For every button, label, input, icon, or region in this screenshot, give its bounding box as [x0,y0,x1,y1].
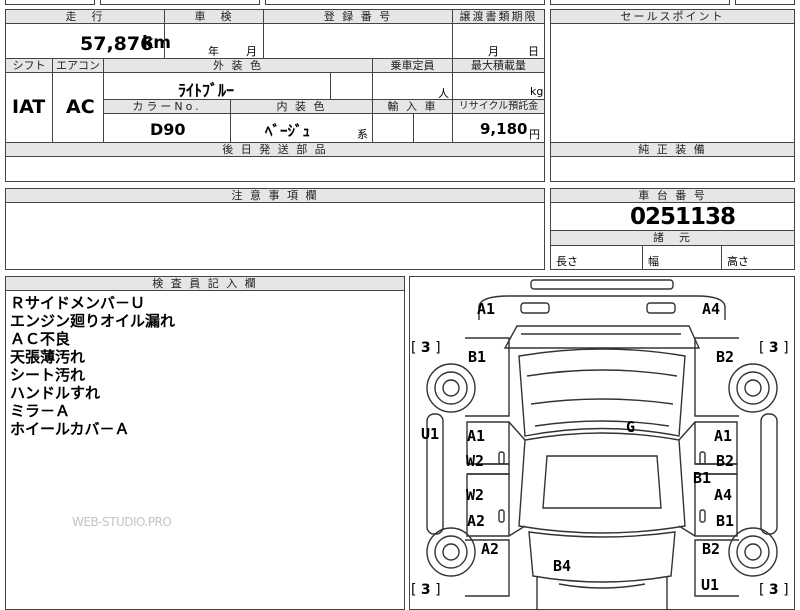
note-line: Ｒサイドメンバ－Ｕ [10,294,146,312]
sales-point-header: セールスポイント [550,9,795,24]
width-label: 幅 [648,255,659,268]
shift-header: シフト [5,58,53,73]
genuine-equipment-header: 純 正 装 備 [550,142,795,157]
damage-label: A4 [714,486,733,504]
damage-label: A1 [467,427,486,445]
damage-label: B1 [693,469,712,487]
damage-label: A4 [702,300,721,318]
specs-header: 諸 元 [550,230,795,246]
inspection-header: 車 検 [164,9,264,24]
wheel-count-tr: [ 3 ] [759,340,789,356]
damage-label: B2 [716,452,735,470]
recycle-unit: 円 [529,128,540,141]
exterior-color-header: 外 装 色 [103,58,373,73]
wheel-count-tl: [ 3 ] [411,340,441,356]
note-line: シート汚れ [10,366,86,384]
note-line: エンジン廻りオイル漏れ [10,312,176,330]
color-no-header: カラーNo. [103,99,231,114]
damage-label: G [626,418,636,436]
note-line: 天張薄汚れ [10,348,86,366]
note-line: ミラ－Ａ [10,402,71,420]
recycle-value: 9,180 [480,120,528,138]
capacity-header: 乗車定員 [372,58,453,73]
caution-area [5,202,545,270]
damage-label: A1 [477,300,496,318]
registration-cell [263,23,453,59]
note-line: ＡＣ不良 [10,330,71,348]
inspector-notes-area: Ｒサイドメンバ－Ｕ エンジン廻りオイル漏れ ＡＣ不良 天張薄汚れ シート汚れ ハ… [5,290,405,610]
genuine-equipment-area [550,156,795,182]
aircon-header: エアコン [52,58,104,73]
damage-label: W2 [466,486,485,504]
damage-label: B1 [468,348,487,366]
inspection-year-label: 年 [208,45,219,58]
recycle-header: リサイクル預託金 [452,99,545,114]
damage-label: U1 [701,576,720,594]
color-no-value: D90 [150,120,186,139]
inspection-month-label: 月 [246,45,257,58]
top-strip-right2 [735,0,795,5]
chassis-no-value: 0251138 [630,204,736,230]
length-label: 長さ [556,255,578,268]
damage-label: B2 [716,348,735,366]
registration-header: 登 録 番 号 [263,9,453,24]
mileage-header: 走 行 [5,9,165,24]
aircon-value: AC [66,96,95,118]
caution-header: 注 意 事 項 欄 [5,188,545,203]
deadline-month-label: 月 [488,45,499,58]
interior-color-header: 内 装 色 [230,99,373,114]
import-header: 輸 入 車 [372,99,453,114]
sales-point-area [550,23,795,143]
damage-label: A1 [714,427,733,445]
top-strip-left [5,0,95,5]
damage-label: W2 [466,452,485,470]
wheel-count-br: [ 3 ] [759,582,789,598]
damage-label: A2 [481,540,500,558]
interior-color-value: ﾍﾞｰｼﾞｭ [265,122,311,140]
damage-label: B2 [702,540,721,558]
damage-label: B1 [716,512,735,530]
later-parts-header: 後 日 発 送 部 品 [5,142,545,157]
transfer-deadline-header: 譲渡書類期限 [452,9,545,24]
exterior-color-extra-cell [330,72,373,100]
top-strip-mid [100,0,260,5]
shift-value: IAT [12,96,46,118]
height-label: 高さ [727,255,749,268]
note-line: ハンドルすれ [10,384,101,402]
note-line: ホイールカバ－Ａ [10,420,130,438]
damage-label: U1 [421,425,440,443]
import-cell-b [413,113,453,143]
watermark: WEB-STUDIO.PRO [72,515,172,529]
max-load-unit: kg [530,85,544,98]
deadline-day-label: 日 [528,45,539,58]
top-strip-right [550,0,730,5]
inspector-notes-header: 検 査 員 記 入 欄 [5,276,405,291]
interior-color-suffix: 系 [357,128,368,141]
chassis-no-header: 車 台 番 号 [550,188,795,203]
later-parts-area [5,156,545,182]
top-strip-mid2 [265,0,545,5]
import-cell-a [372,113,414,143]
exterior-color-value: ﾗｲﾄﾌﾞﾙｰ [178,81,235,100]
wheel-count-bl: [ 3 ] [411,582,441,598]
damage-label: B4 [553,557,572,575]
max-load-header: 最大積載量 [452,58,545,73]
damage-label: A2 [467,512,486,530]
